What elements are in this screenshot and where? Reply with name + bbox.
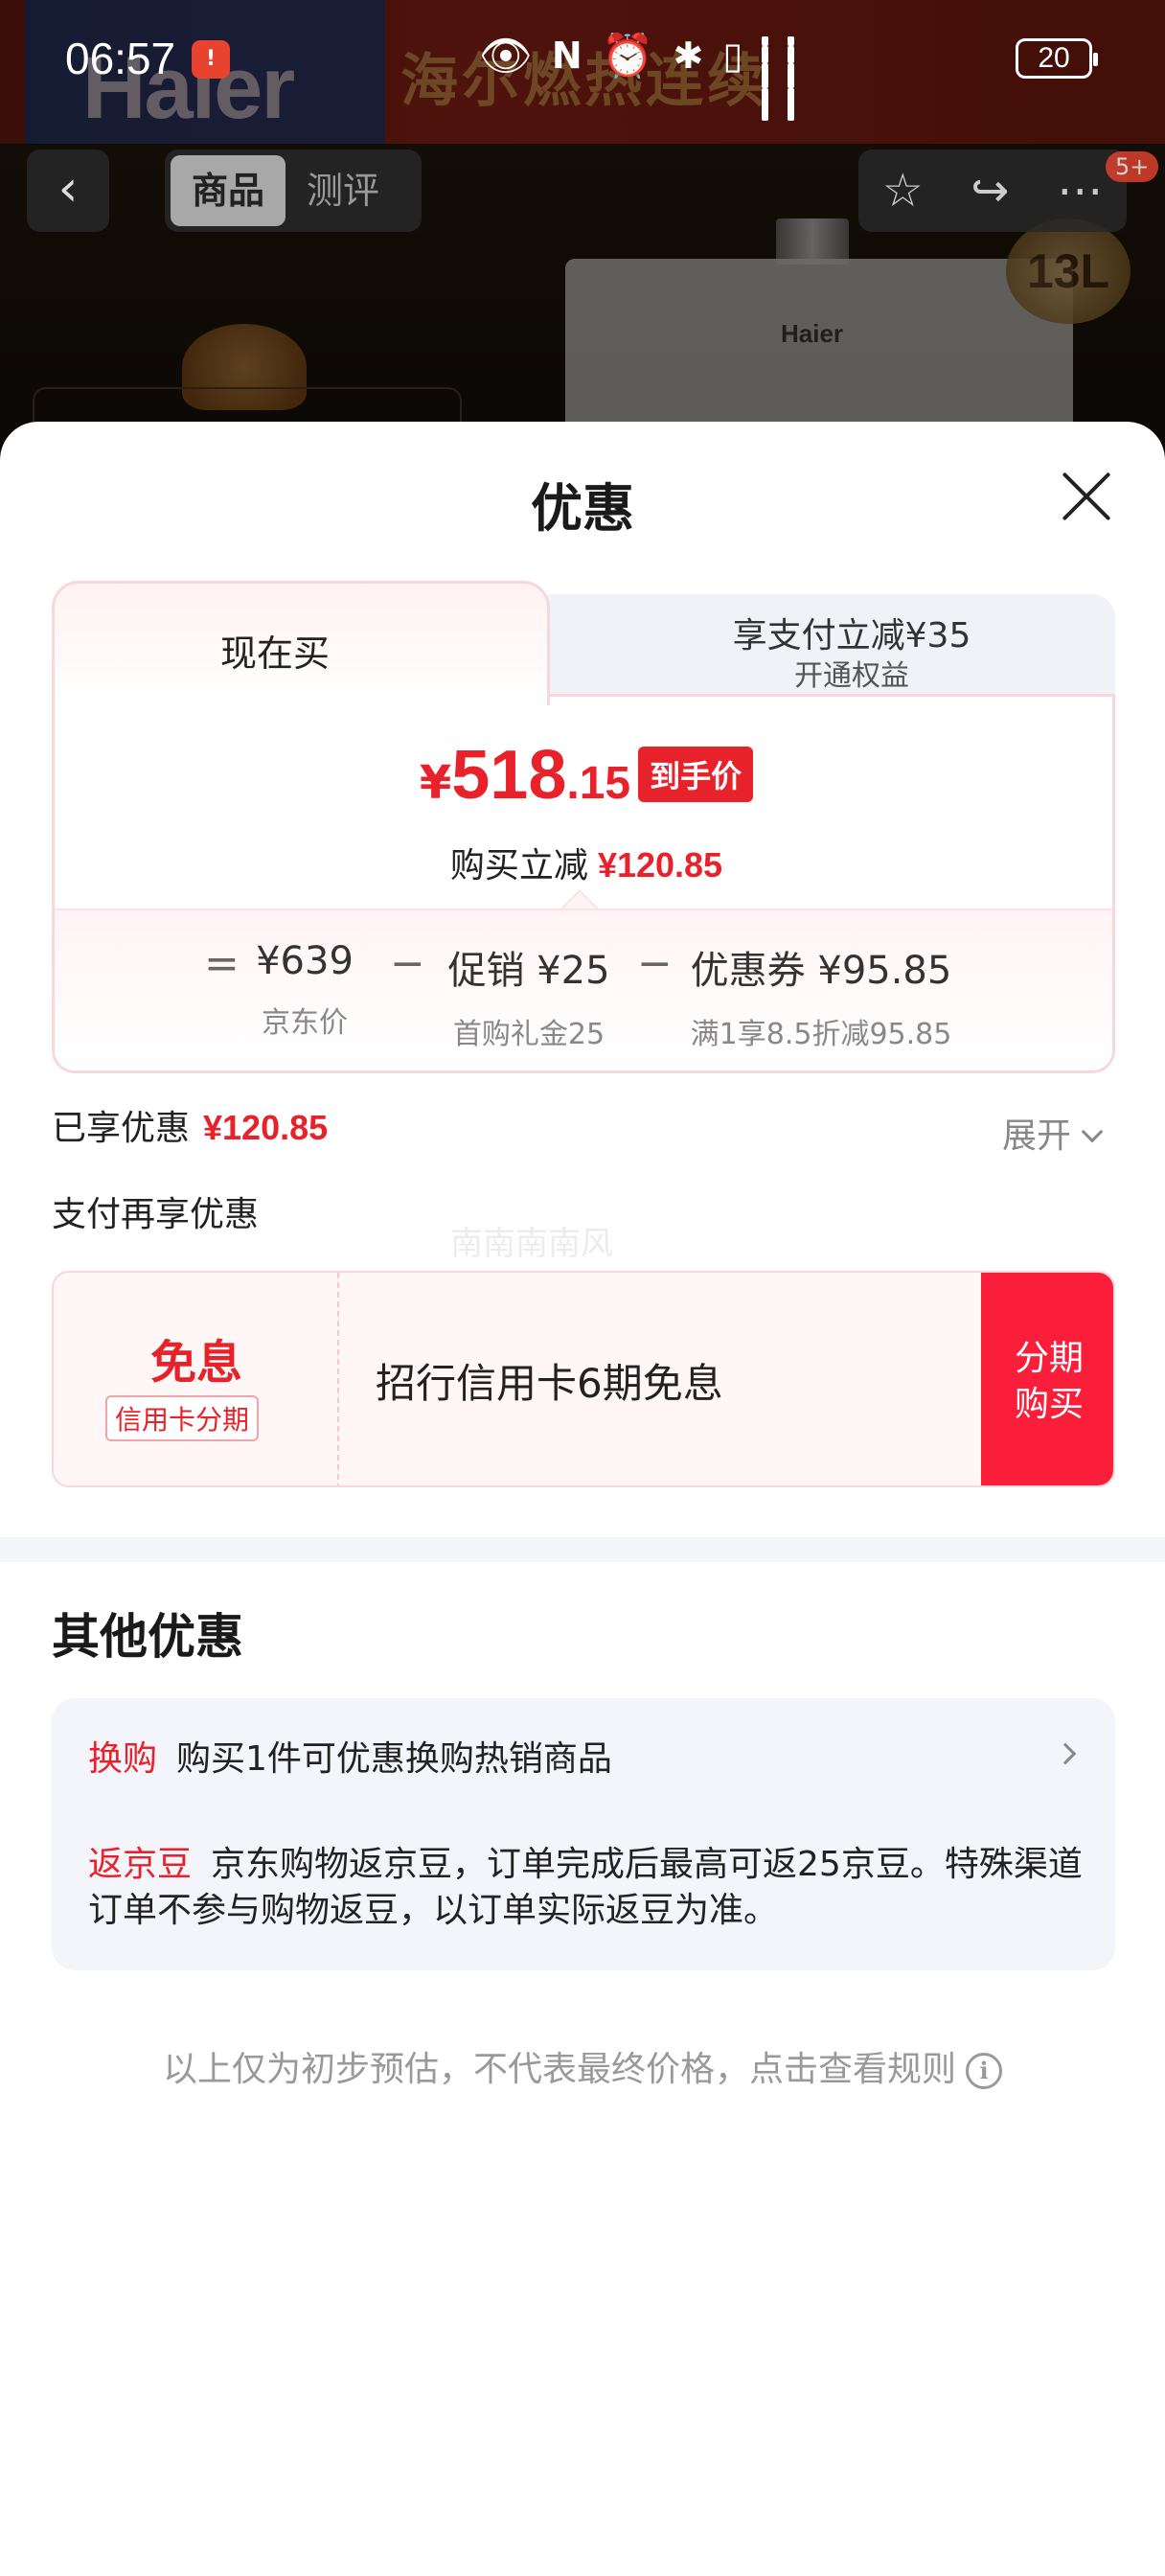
- price-breakdown: = ¥639 京东价 − 促销 ¥25 首购礼金25 − 优惠券 ¥95.85 …: [55, 908, 1112, 1070]
- sheet-title: 优惠: [531, 478, 634, 539]
- instant-discount-label: 购买立减: [449, 846, 588, 886]
- coupon-label: 满1享8.5折减95.85: [690, 1018, 952, 1051]
- tab-buy-now-label: 现在买: [219, 632, 330, 675]
- instant-discount-amount: ¥120.85: [597, 845, 723, 885]
- share-icon[interactable]: ↪: [971, 164, 1009, 218]
- enjoyed-amount: ¥120.85: [203, 1108, 329, 1147]
- chevron-right-icon[interactable]: [1054, 1742, 1077, 1765]
- disclaimer-text: 以上仅为初步预估，不代表最终价格，点击查看规则: [162, 2050, 956, 2089]
- tab-buy-now[interactable]: 现在买: [52, 581, 550, 705]
- coupon: 优惠券 ¥95.85 满1享8.5折减95.85: [677, 939, 965, 1052]
- minus-sign: −: [637, 939, 673, 988]
- interest-free-label: 免息: [149, 1336, 242, 1390]
- installment-button-line1: 分期: [1014, 1339, 1084, 1378]
- close-icon[interactable]: [1058, 468, 1115, 525]
- installment-card[interactable]: 免息 信用卡分期 招行信用卡6期免息 分期 购买: [52, 1271, 1115, 1487]
- promotion-value: 促销 ¥25: [447, 949, 610, 993]
- nav-actions: ☆ ↪ ⋯: [858, 150, 1127, 232]
- nav-tabs: 商品 测评: [165, 150, 422, 232]
- credit-card-installment-tag: 信用卡分期: [105, 1395, 260, 1441]
- tab-pay-discount[interactable]: 享支付立减¥35 开通权益: [502, 594, 1115, 700]
- final-price-tag: 到手价: [638, 747, 754, 802]
- price-integer: 518: [451, 737, 567, 814]
- trade-in-offer[interactable]: 换购 购买1件可优惠换购热销商品: [88, 1731, 612, 1781]
- installment-buy-button[interactable]: 分期 购买: [981, 1273, 1113, 1485]
- battery-icon: 20: [1016, 38, 1098, 79]
- promotion-label: 首购礼金25: [452, 1018, 605, 1051]
- tab-pay-title: 享支付立减¥35: [732, 616, 971, 656]
- tab-pay-subtitle: 开通权益: [794, 659, 909, 693]
- trade-in-label: 换购: [88, 1739, 158, 1779]
- tab-review[interactable]: 测评: [286, 155, 400, 226]
- disclaimer[interactable]: 以上仅为初步预估，不代表最终价格，点击查看规则 i: [0, 2041, 1165, 2091]
- pay-more-heading: 支付再享优惠: [52, 1195, 260, 1234]
- price-currency: ¥: [419, 756, 452, 810]
- jd-beans-text: 京东购物返京豆，订单完成后最高可返25京豆。特殊渠道订单不参与购物返豆，以订单实…: [88, 1845, 1083, 1930]
- more-badge: 5+: [1106, 151, 1159, 182]
- buy-mode-tabs: 享支付立减¥35 开通权益 现在买: [52, 581, 1115, 705]
- status-icons: 👁 N ⏰ ✱ ▯: [479, 31, 795, 121]
- watermark: 南南南南风: [450, 1225, 613, 1263]
- jd-price-label: 京东价: [262, 1006, 348, 1040]
- alarm-icon: ⏰: [601, 32, 654, 80]
- eye-icon: 👁: [479, 32, 533, 80]
- other-offers-title: 其他优惠: [52, 1609, 243, 1665]
- installment-description: 招行信用卡6期免息: [376, 1360, 723, 1407]
- bluetooth-icon: ✱: [673, 34, 704, 77]
- final-price: ¥518.15 到手价: [55, 736, 1112, 815]
- more-icon[interactable]: ⋯: [1057, 164, 1103, 218]
- status-bar: 06:57 ! 👁 N ⏰ ✱ ▯ 20: [0, 0, 1165, 121]
- favorite-star-icon[interactable]: ☆: [882, 164, 924, 218]
- back-button[interactable]: ‹: [27, 150, 109, 232]
- vibrate-icon: ▯: [722, 34, 743, 77]
- chevron-down-icon: [1081, 1120, 1104, 1143]
- price-card: ¥518.15 到手价 购买立减 ¥120.85 = ¥639 京东价 − 促销 ¥…: [52, 694, 1115, 1073]
- jd-beans-label: 返京豆: [88, 1845, 193, 1884]
- section-divider: [0, 1537, 1165, 1562]
- jd-price-value: ¥639: [256, 939, 354, 983]
- coupon-value: 优惠券 ¥95.85: [690, 949, 952, 993]
- enjoyed-discount: 已享优惠 ¥120.85: [52, 1100, 328, 1150]
- discount-sheet: 优惠 享支付立减¥35 开通权益 现在买 ¥518.15 到手价 购买立减 ¥120…: [0, 422, 1165, 2576]
- minus-sign: −: [390, 939, 425, 988]
- enjoyed-label: 已享优惠: [52, 1109, 191, 1148]
- tab-product[interactable]: 商品: [171, 155, 286, 226]
- expand-button[interactable]: 展开: [1002, 1108, 1104, 1158]
- nfc-icon: N: [551, 34, 582, 77]
- status-time: 06:57: [65, 34, 176, 83]
- expand-label: 展开: [1002, 1116, 1072, 1156]
- jd-beans-offer: 返京豆 京东购物返京豆，订单完成后最高可返25京豆。特殊渠道订单不参与购物返豆，以…: [88, 1842, 1085, 1934]
- installment-button-line2: 购买: [1014, 1385, 1084, 1424]
- price-decimal: .15: [566, 758, 631, 809]
- other-offers-box: 换购 购买1件可优惠换购热销商品 返京豆 京东购物返京豆，订单完成后最高可返25京豆…: [52, 1698, 1115, 1970]
- info-icon[interactable]: i: [966, 2053, 1002, 2089]
- product-nav: ‹ 商品 测评 ☆ ↪ ⋯: [0, 144, 1165, 240]
- installment-badge: 免息 信用卡分期: [54, 1273, 339, 1485]
- promotion: 促销 ¥25 首购礼金25: [428, 939, 629, 1052]
- notification-icon: !: [192, 40, 230, 79]
- trade-in-text: 购买1件可优惠换购热销商品: [176, 1739, 612, 1779]
- instant-discount: 购买立减 ¥120.85: [55, 838, 1112, 887]
- signal-icon: [788, 36, 795, 121]
- signal-icon: [762, 36, 769, 121]
- equals-sign: =: [204, 939, 240, 988]
- jd-price: ¥639 京东价: [242, 939, 367, 1041]
